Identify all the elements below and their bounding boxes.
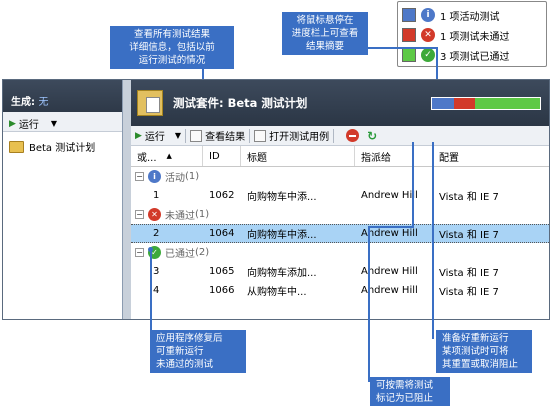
failed-swatch xyxy=(402,28,416,42)
play-icon: ▶ xyxy=(9,118,16,129)
legend-item-failed: ✕ 1 项测试未通过 xyxy=(402,27,510,43)
view-results-icon xyxy=(190,129,203,142)
column-header-config[interactable]: 配置 xyxy=(433,146,543,166)
test-plan-item[interactable]: Beta 测试计划 xyxy=(3,132,122,156)
callout-hover-progress: 将鼠标悬停在 进度栏上可查看 结果摘要 xyxy=(282,12,368,55)
failed-x-icon: ✕ xyxy=(421,28,435,42)
callout-line xyxy=(432,142,434,339)
callout-view-results: 查看所有测试结果 详细信息，包括以前 运行测试的情况 xyxy=(110,26,234,69)
callout-reset: 准备好重新运行 某项测试时可将 其重置或取消阻止 xyxy=(436,330,532,373)
legend-label: 1 项活动测试 xyxy=(440,11,500,23)
check-icon: ✓ xyxy=(421,48,435,62)
legend-label: 3 项测试已通过 xyxy=(440,51,510,63)
collapse-icon[interactable]: − xyxy=(135,248,144,257)
plan-name: Beta 测试计划 xyxy=(29,143,96,154)
progress-active-segment xyxy=(432,98,454,109)
suite-toolbar: ▶ 运行 ▼ 查看结果 打开测试用例 ↻ xyxy=(131,126,549,146)
toolbar-separator xyxy=(249,128,251,143)
legend-label: 1 项测试未通过 xyxy=(440,31,510,43)
info-icon: i xyxy=(148,170,161,183)
column-header-title[interactable]: 标题 xyxy=(241,146,355,166)
suite-header: 测试套件: Beta 测试计划 xyxy=(131,80,549,126)
chevron-down-icon[interactable]: ▼ xyxy=(175,131,181,140)
collapse-icon[interactable]: − xyxy=(135,210,144,219)
reset-test-button[interactable]: ↻ xyxy=(367,129,377,143)
callout-line xyxy=(412,142,414,228)
table-row[interactable]: 3 1065 向购物车添加... Andrew Hill Vista 和 IE … xyxy=(131,262,549,281)
left-pane: 生成: 无 ▶ 运行 ▼ Beta 测试计划 xyxy=(3,80,123,319)
right-pane: 测试套件: Beta 测试计划 ▶ 运行 ▼ 查看结果 打开测试用例 ↻ 或..… xyxy=(131,80,549,319)
run-button[interactable]: 运行 xyxy=(19,116,39,131)
group-header-passed[interactable]: − ✓ 已通过 (2) xyxy=(131,243,549,262)
callout-line xyxy=(150,250,152,336)
legend-item-active: i 1 项活动测试 xyxy=(402,7,500,23)
play-icon: ▶ xyxy=(135,130,142,141)
folder-icon xyxy=(9,140,24,153)
run-button[interactable]: 运行 xyxy=(145,128,165,143)
failed-x-icon: ✕ xyxy=(148,208,161,221)
callout-line xyxy=(368,47,438,49)
table-row[interactable]: 4 1066 从购物车中... Andrew Hill Vista 和 IE 7 xyxy=(131,281,549,300)
collapse-icon[interactable]: − xyxy=(135,172,144,181)
chevron-down-icon[interactable]: ▼ xyxy=(51,119,57,128)
block-test-button[interactable] xyxy=(346,129,360,142)
sort-ascending-icon: ▲ xyxy=(166,152,172,160)
suite-title: 测试套件: Beta 测试计划 xyxy=(173,96,308,110)
progress-bar[interactable] xyxy=(431,97,541,110)
passed-swatch xyxy=(402,48,416,62)
legend-item-passed: ✓ 3 项测试已通过 xyxy=(402,47,510,63)
column-header-assignee[interactable]: 指派给 xyxy=(355,146,433,166)
info-icon: i xyxy=(421,8,435,22)
callout-line xyxy=(368,226,370,382)
toolbar-separator xyxy=(185,128,187,143)
callout-rerun: 应用程序修复后 可重新运行 未通过的测试 xyxy=(150,330,246,373)
test-suite-icon xyxy=(137,90,163,116)
left-toolbar: ▶ 运行 ▼ xyxy=(3,112,122,132)
open-test-case-button[interactable]: 打开测试用例 xyxy=(269,128,329,143)
group-header-active[interactable]: − i 活动 (1) xyxy=(131,167,549,186)
progress-failed-segment xyxy=(453,98,476,109)
group-header-failed[interactable]: − ✕ 未通过 (1) xyxy=(131,205,549,224)
toolbar-separator xyxy=(333,128,335,143)
callout-blocked: 可按需将测试 标记为已阻止 xyxy=(370,377,450,406)
table-row[interactable]: 1 1062 向购物车中添... Andrew Hill Vista 和 IE … xyxy=(131,186,549,205)
build-label: 生成: xyxy=(11,97,35,108)
callout-line xyxy=(368,226,414,228)
build-header: 生成: 无 xyxy=(3,80,122,112)
column-header-order[interactable]: 或... ▲ xyxy=(131,146,203,166)
column-header-id[interactable]: ID xyxy=(203,146,241,166)
test-runner-window: 生成: 无 ▶ 运行 ▼ Beta 测试计划 测试套件: Beta 测试计划 ▶… xyxy=(2,79,550,320)
pane-splitter[interactable] xyxy=(123,80,131,319)
open-test-case-icon xyxy=(254,129,267,142)
grid-header: 或... ▲ ID 标题 指派给 配置 xyxy=(131,146,549,167)
build-value: 无 xyxy=(38,97,49,108)
status-legend: i 1 项活动测试 ✕ 1 项测试未通过 ✓ 3 项测试已通过 xyxy=(397,1,547,67)
progress-passed-segment xyxy=(475,98,540,109)
view-results-button[interactable]: 查看结果 xyxy=(205,128,245,143)
table-row-selected[interactable]: 2 1064 向购物车中添... Andrew Hill Vista 和 IE … xyxy=(131,224,549,243)
active-swatch xyxy=(402,8,416,22)
callout-dot xyxy=(148,247,153,252)
